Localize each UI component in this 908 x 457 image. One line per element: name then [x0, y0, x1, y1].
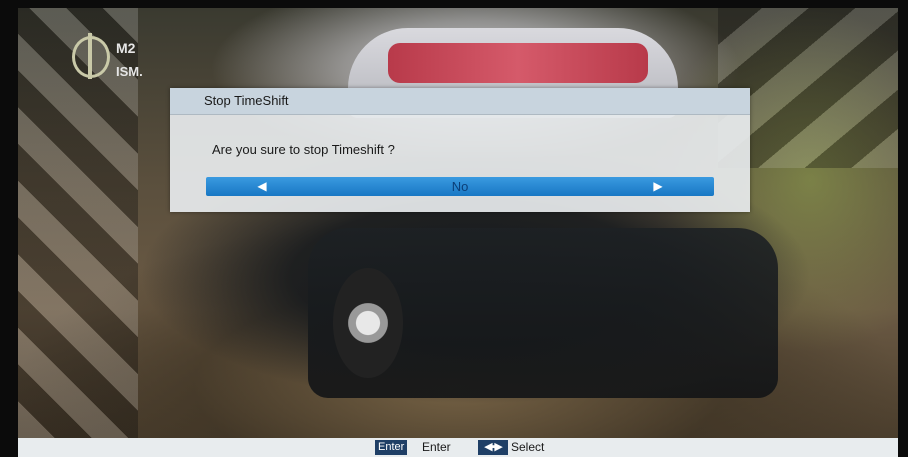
car-wheel: [333, 268, 403, 378]
dialog-title: Stop TimeShift: [170, 88, 750, 115]
dialog-message: Are you sure to stop Timeshift ?: [212, 142, 395, 157]
stop-timeshift-dialog: Stop TimeShift Are you sure to stop Time…: [170, 88, 750, 212]
enter-help-label: Enter: [422, 440, 451, 454]
select-help-label: Select: [511, 440, 545, 454]
channel-logo-line1: M2: [116, 40, 136, 56]
enter-key-badge: Enter: [375, 440, 408, 455]
channel-logo-line2: ISM.: [116, 64, 143, 79]
help-bar: Enter Enter ◀▪▶ Select: [18, 438, 898, 457]
channel-logo: M2 ISM.: [72, 33, 182, 86]
channel-logo-icon: [72, 33, 110, 79]
video-background: M2 ISM.: [18, 8, 898, 438]
option-selector[interactable]: No ◀ ▶: [206, 177, 714, 196]
right-arrow-icon[interactable]: ▶: [638, 177, 678, 196]
left-arrow-icon[interactable]: ◀: [242, 177, 282, 196]
select-arrows-icon: ◀▪▶: [478, 440, 508, 455]
car-rear-window: [388, 43, 648, 83]
